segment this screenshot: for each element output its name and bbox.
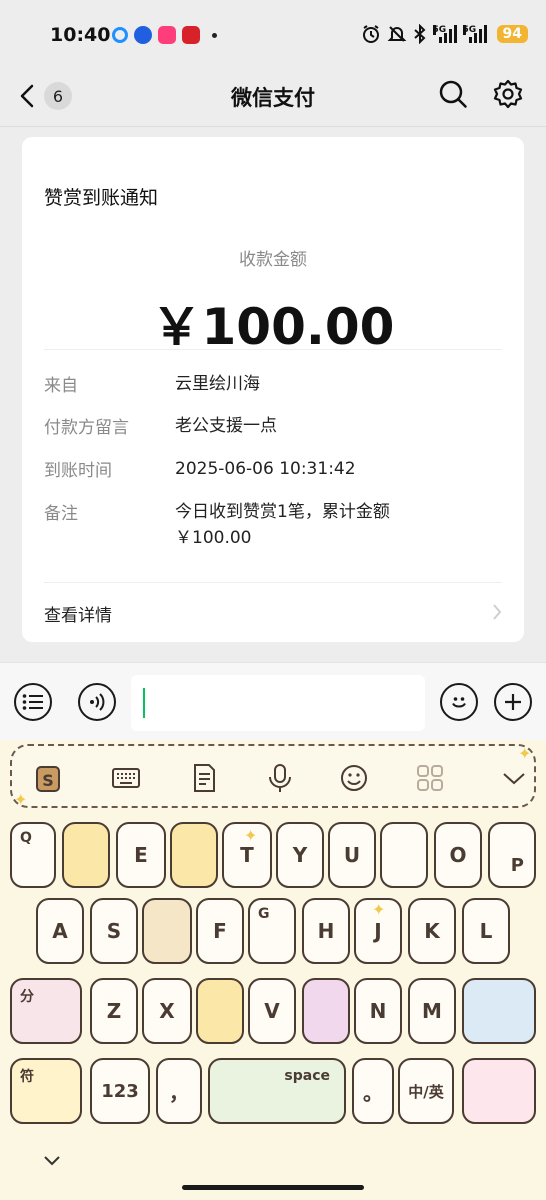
key-x[interactable]: X [142, 978, 192, 1044]
row-key: 来自 [44, 376, 78, 396]
more-actions-button[interactable] [494, 683, 532, 721]
browser-app-icon [112, 27, 128, 43]
row-key: 付款方留言 [44, 418, 129, 438]
star-decoration-icon: ✦ [518, 744, 532, 763]
keyboard: S Q E T Y U O P A S F G H J K L 分 Z X V … [0, 740, 546, 1200]
key-k[interactable]: K [408, 898, 456, 964]
system-icons: 5G 5G 94 [361, 24, 528, 44]
voice-icon [90, 693, 105, 711]
header-divider [0, 126, 546, 127]
keyboard-icon[interactable] [110, 762, 142, 794]
more-notifications-icon [212, 32, 217, 38]
status-bar: 10:40 5G 5G 94 [0, 0, 546, 72]
star-decoration-icon: ✦ [372, 900, 386, 919]
key-s[interactable]: S [90, 898, 138, 964]
amount-label: 收款金额 [239, 250, 307, 270]
emoji-icon [452, 697, 466, 708]
reward-notification-card[interactable]: 赞赏到账通知 收款金额 ￥100.00 来自 云里绘川海 付款方留言 老公支援一… [22, 137, 524, 642]
key-shift-fen[interactable]: 分 [10, 978, 82, 1044]
star-decoration-icon: ✦ [14, 790, 28, 809]
chat-input-bar [0, 662, 546, 740]
emoji-face-icon[interactable] [338, 762, 370, 794]
plus-icon [505, 694, 521, 710]
alarm-icon [362, 25, 379, 43]
key-symbols[interactable]: 符 [10, 1058, 82, 1124]
list-menu-icon [22, 694, 43, 710]
star-decoration-icon: ✦ [244, 826, 258, 845]
key-enter-sticker[interactable] [462, 1058, 536, 1124]
card-divider [44, 349, 502, 350]
menu-toggle-button[interactable] [14, 683, 52, 721]
card-divider [44, 582, 502, 583]
key-e[interactable]: E [116, 822, 166, 888]
key-i-sticker[interactable] [380, 822, 428, 888]
row-value: 云里绘川海 [175, 374, 260, 394]
settings-gear-icon[interactable] [492, 78, 524, 110]
row-value: 老公支援一点 [175, 416, 277, 436]
keyboard-toolbar: S [10, 744, 536, 808]
view-details-link[interactable]: 查看详情 [44, 601, 112, 626]
chevron-right-icon [493, 604, 502, 620]
key-backspace-sticker[interactable] [462, 978, 536, 1044]
key-comma[interactable]: ， [156, 1058, 202, 1124]
key-l[interactable]: L [462, 898, 510, 964]
key-g[interactable]: G [248, 898, 296, 964]
key-c-sticker[interactable] [196, 978, 244, 1044]
notification-icons [112, 26, 217, 44]
key-v[interactable]: V [248, 978, 296, 1044]
svg-text:S: S [42, 771, 54, 790]
key-q[interactable]: Q [10, 822, 56, 888]
key-lang-switch[interactable]: 中/英 [398, 1058, 454, 1124]
key-m[interactable]: M [408, 978, 456, 1044]
emoji-button[interactable] [440, 683, 478, 721]
key-o[interactable]: O [434, 822, 482, 888]
chat-header: 6 微信支付 [0, 72, 546, 126]
key-w-sticker[interactable] [62, 822, 110, 888]
clipboard-icon[interactable] [188, 762, 220, 794]
row-key: 到账时间 [44, 461, 112, 481]
key-r-sticker[interactable] [170, 822, 218, 888]
key-numbers[interactable]: 123 [90, 1058, 150, 1124]
sogou-logo-icon[interactable]: S [32, 762, 64, 794]
search-icon[interactable] [437, 78, 469, 110]
key-f[interactable]: F [196, 898, 244, 964]
key-n[interactable]: N [354, 978, 402, 1044]
key-y[interactable]: Y [276, 822, 324, 888]
microphone-icon[interactable] [264, 762, 296, 794]
card-title: 赞赏到账通知 [44, 187, 159, 209]
collapse-keyboard-icon[interactable] [498, 762, 530, 794]
signal-1-icon: 5G [432, 25, 457, 43]
key-z[interactable]: Z [90, 978, 138, 1044]
signal-2-icon: 5G [462, 25, 487, 43]
key-b-sticker[interactable] [302, 978, 350, 1044]
row-value: 2025-06-06 10:31:42 [175, 459, 356, 479]
key-h[interactable]: H [302, 898, 350, 964]
home-indicator [182, 1185, 364, 1190]
voice-input-button[interactable] [78, 683, 116, 721]
key-d-sticker[interactable] [142, 898, 192, 964]
key-period[interactable]: 。 [352, 1058, 394, 1124]
chevron-down-icon[interactable] [42, 1155, 62, 1167]
row-value: 今日收到赞赏1笔，累计金额 ￥100.00 [175, 502, 390, 548]
mute-bell-icon [387, 26, 406, 42]
bluetooth-icon [413, 24, 425, 44]
text-caret [143, 688, 145, 718]
battery-indicator: 94 [496, 25, 528, 43]
key-a[interactable]: A [36, 898, 84, 964]
grid-apps-icon[interactable] [414, 762, 446, 794]
status-time: 10:40 [50, 24, 111, 46]
message-app-icon [134, 26, 152, 44]
video-app-icon [158, 26, 176, 44]
shopping-app-icon [182, 26, 200, 44]
message-input[interactable] [131, 675, 425, 731]
row-key: 备注 [44, 504, 78, 524]
key-p[interactable]: P [488, 822, 536, 888]
key-space[interactable]: space [208, 1058, 346, 1124]
key-u[interactable]: U [328, 822, 376, 888]
